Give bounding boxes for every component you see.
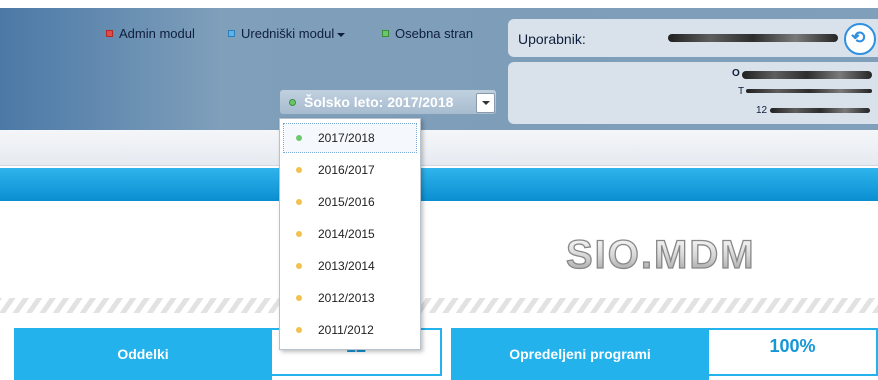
hatched-divider — [0, 298, 878, 313]
top-nav: Admin modul Uredniški modul Osebna stran — [0, 26, 500, 46]
past-year-bullet-icon — [296, 263, 302, 269]
nav-personal-label: Osebna stran — [395, 26, 474, 41]
nav-admin-label: Admin modul — [119, 26, 195, 41]
year-option-label: 2016/2017 — [318, 163, 375, 177]
stat-label: Oddelki — [14, 328, 272, 380]
year-option[interactable]: 2017/2018 — [283, 123, 417, 153]
logout-icon: ⟲ — [851, 28, 866, 47]
year-option-label: 2017/2018 — [318, 131, 375, 145]
stat-card-programs: Opredeljeni programi 100% — [451, 328, 878, 380]
current-year-bullet-icon — [296, 135, 302, 141]
chevron-down-icon — [337, 32, 346, 37]
year-option[interactable]: 2011/2012 — [284, 316, 416, 344]
nav-personal-page[interactable]: Osebna stran — [382, 26, 473, 41]
school-year-label: Šolsko leto: 2017/2018 — [304, 94, 454, 110]
year-option[interactable]: 2013/2014 — [284, 252, 416, 280]
past-year-bullet-icon — [296, 167, 302, 173]
logout-button[interactable]: ⟲ — [844, 23, 876, 55]
stat-value-text: 100% — [769, 336, 816, 356]
info-line-3: 12 — [756, 105, 768, 116]
school-year-dropdown: 2017/2018 2016/2017 2015/2016 2014/2015 … — [279, 118, 421, 350]
admin-module-icon — [106, 30, 113, 38]
redacted-info-3 — [770, 108, 870, 113]
sio-mdm-logo: SIO.MDM — [565, 232, 756, 277]
school-year-dropdown-button[interactable] — [476, 93, 495, 113]
nav-editor-module[interactable]: Uredniški modul — [228, 26, 346, 41]
redacted-info-1 — [742, 71, 872, 79]
personal-page-icon — [382, 30, 389, 38]
chevron-down-icon — [482, 101, 490, 105]
year-option[interactable]: 2014/2015 — [284, 220, 416, 248]
past-year-bullet-icon — [296, 231, 302, 237]
school-year-select[interactable]: Šolsko leto: 2017/2018 — [280, 90, 496, 114]
logo-text: SIO.MDM — [566, 233, 756, 277]
year-option-label: 2014/2015 — [318, 227, 375, 241]
year-option-label: 2011/2012 — [318, 323, 374, 337]
past-year-bullet-icon — [296, 199, 302, 205]
year-option-label: 2012/2013 — [318, 291, 375, 305]
user-box: Uporabnik: ⟲ — [508, 19, 878, 57]
top-strip — [0, 0, 878, 8]
nav-admin-module[interactable]: Admin modul — [106, 26, 195, 41]
user-info-box: O T 12 — [508, 62, 878, 124]
year-option[interactable]: 2015/2016 — [284, 188, 416, 216]
info-line-1: O — [732, 68, 740, 79]
user-label: Uporabnik: — [518, 31, 586, 47]
year-option[interactable]: 2012/2013 — [284, 284, 416, 312]
current-year-dot-icon — [289, 99, 296, 106]
menu-strip — [0, 130, 878, 166]
blue-bar — [0, 168, 878, 201]
year-option-label: 2013/2014 — [318, 259, 375, 273]
past-year-bullet-icon — [296, 295, 302, 301]
nav-editor-label: Uredniški modul — [241, 26, 335, 41]
past-year-bullet-icon — [296, 327, 302, 333]
year-option-label: 2015/2016 — [318, 195, 375, 209]
stat-value: 100% — [707, 328, 878, 376]
redacted-username — [668, 34, 838, 42]
editor-module-icon — [228, 30, 235, 38]
info-line-2: T — [738, 86, 745, 97]
redacted-info-2 — [746, 89, 872, 93]
stat-label: Opredeljeni programi — [451, 328, 709, 380]
year-option[interactable]: 2016/2017 — [284, 156, 416, 184]
